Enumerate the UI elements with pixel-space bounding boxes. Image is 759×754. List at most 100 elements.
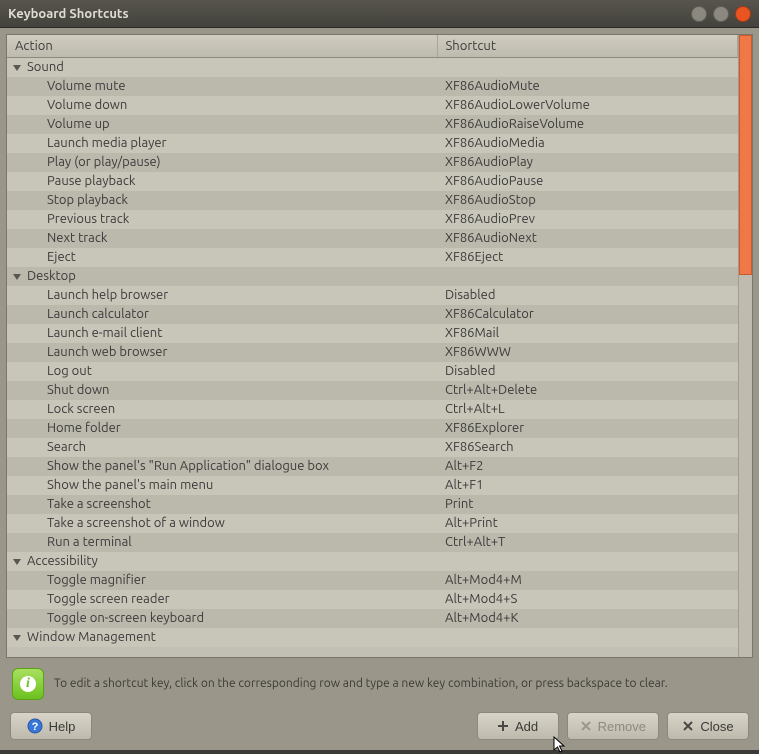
shortcuts-table-container: Action Shortcut SoundVolume muteXF86Audi…	[6, 34, 753, 658]
action-cell: Show the panel's main menu	[7, 476, 437, 495]
column-header-action[interactable]: Action	[7, 35, 437, 58]
shortcut-cell: Disabled	[437, 286, 738, 305]
action-cell: Log out	[7, 362, 437, 381]
shortcut-row[interactable]: Pause playbackXF86AudioPause	[7, 172, 738, 191]
window-content: Action Shortcut SoundVolume muteXF86Audi…	[0, 28, 759, 750]
hint-text: To edit a shortcut key, click on the cor…	[54, 676, 668, 692]
shortcut-row[interactable]: SearchXF86Search	[7, 438, 738, 457]
shortcut-row[interactable]: Toggle magnifierAlt+Mod4+M	[7, 571, 738, 590]
shortcut-cell: XF86AudioMedia	[437, 134, 738, 153]
close-button-label: Close	[700, 719, 733, 734]
help-button[interactable]: ? Help	[10, 712, 92, 740]
shortcut-cell: Ctrl+Alt+L	[437, 400, 738, 419]
action-cell: Lock screen	[7, 400, 437, 419]
chevron-down-icon[interactable]	[13, 274, 21, 280]
shortcut-row[interactable]: Previous trackXF86AudioPrev	[7, 210, 738, 229]
action-cell: Launch e-mail client	[7, 324, 437, 343]
remove-icon	[580, 720, 592, 732]
button-bar: ? Help Add Remove Close	[6, 710, 753, 744]
action-cell: Toggle screen reader	[7, 590, 437, 609]
shortcut-row[interactable]: Take a screenshotPrint	[7, 495, 738, 514]
shortcut-row[interactable]: Run a terminalCtrl+Alt+T	[7, 533, 738, 552]
shortcut-cell: XF86AudioPause	[437, 172, 738, 191]
shortcut-cell: Alt+Mod4+K	[437, 609, 738, 628]
vertical-scrollbar[interactable]	[738, 35, 752, 657]
shortcut-cell: Alt+Mod4+S	[437, 590, 738, 609]
chevron-down-icon[interactable]	[13, 635, 21, 641]
maximize-button[interactable]	[713, 6, 729, 22]
shortcut-cell: XF86Eject	[437, 248, 738, 267]
shortcut-row[interactable]: Show the panel's "Run Application" dialo…	[7, 457, 738, 476]
shortcut-cell: XF86Calculator	[437, 305, 738, 324]
shortcut-row[interactable]: Play (or play/pause)XF86AudioPlay	[7, 153, 738, 172]
window-close-button[interactable]	[735, 6, 751, 22]
shortcut-row[interactable]: EjectXF86Eject	[7, 248, 738, 267]
action-cell: Search	[7, 438, 437, 457]
shortcut-row[interactable]: Shut downCtrl+Alt+Delete	[7, 381, 738, 400]
shortcut-row[interactable]: Log outDisabled	[7, 362, 738, 381]
shortcut-row[interactable]: Home folderXF86Explorer	[7, 419, 738, 438]
action-cell: Toggle magnifier	[7, 571, 437, 590]
action-cell: Launch calculator	[7, 305, 437, 324]
shortcut-cell: XF86AudioPlay	[437, 153, 738, 172]
action-cell: Volume up	[7, 115, 437, 134]
action-cell: Run a terminal	[7, 533, 437, 552]
shortcut-cell: Alt+Print	[437, 514, 738, 533]
shortcut-cell: Print	[437, 495, 738, 514]
shortcut-row[interactable]: Take a screenshot of a windowAlt+Print	[7, 514, 738, 533]
minimize-button[interactable]	[691, 6, 707, 22]
close-icon	[682, 720, 694, 732]
action-cell: Eject	[7, 248, 437, 267]
shortcut-cell: Alt+Mod4+M	[437, 571, 738, 590]
action-cell: Toggle on-screen keyboard	[7, 609, 437, 628]
action-cell: Launch media player	[7, 134, 437, 153]
shortcut-row[interactable]: Toggle on-screen keyboardAlt+Mod4+K	[7, 609, 738, 628]
group-row[interactable]: Window Management	[7, 628, 738, 647]
action-cell: Shut down	[7, 381, 437, 400]
scrollbar-thumb[interactable]	[739, 35, 752, 275]
action-cell: Pause playback	[7, 172, 437, 191]
group-row[interactable]: Desktop	[7, 267, 738, 286]
shortcut-row[interactable]: Volume downXF86AudioLowerVolume	[7, 96, 738, 115]
chevron-down-icon[interactable]	[13, 65, 21, 71]
table-scroll: Action Shortcut SoundVolume muteXF86Audi…	[7, 35, 738, 657]
group-row[interactable]: Accessibility	[7, 552, 738, 571]
shortcut-row[interactable]: Launch media playerXF86AudioMedia	[7, 134, 738, 153]
action-cell: Stop playback	[7, 191, 437, 210]
group-row[interactable]: Sound	[7, 58, 738, 77]
help-icon: ?	[27, 718, 43, 734]
action-cell: Launch help browser	[7, 286, 437, 305]
shortcut-row[interactable]: Launch help browserDisabled	[7, 286, 738, 305]
action-cell: Previous track	[7, 210, 437, 229]
action-cell: Volume down	[7, 96, 437, 115]
titlebar[interactable]: Keyboard Shortcuts	[0, 0, 759, 28]
window-controls	[691, 6, 751, 22]
shortcut-row[interactable]: Stop playbackXF86AudioStop	[7, 191, 738, 210]
plus-icon	[497, 720, 509, 732]
action-cell: Launch web browser	[7, 343, 437, 362]
shortcut-cell: XF86AudioPrev	[437, 210, 738, 229]
shortcut-row[interactable]: Next trackXF86AudioNext	[7, 229, 738, 248]
column-header-shortcut[interactable]: Shortcut	[437, 35, 738, 58]
info-icon: i	[12, 668, 44, 700]
shortcut-cell: XF86WWW	[437, 343, 738, 362]
chevron-down-icon[interactable]	[13, 559, 21, 565]
shortcut-row[interactable]: Launch web browserXF86WWW	[7, 343, 738, 362]
shortcut-row[interactable]: Show the panel's main menuAlt+F1	[7, 476, 738, 495]
shortcut-row[interactable]: Launch e-mail clientXF86Mail	[7, 324, 738, 343]
add-button[interactable]: Add	[477, 712, 559, 740]
help-button-label: Help	[49, 719, 76, 734]
shortcut-row[interactable]: Launch calculatorXF86Calculator	[7, 305, 738, 324]
remove-button-label: Remove	[598, 719, 646, 734]
close-button[interactable]: Close	[667, 712, 749, 740]
shortcut-row[interactable]: Toggle screen readerAlt+Mod4+S	[7, 590, 738, 609]
action-cell: Take a screenshot	[7, 495, 437, 514]
shortcut-row[interactable]: Lock screenCtrl+Alt+L	[7, 400, 738, 419]
shortcuts-table: Action Shortcut SoundVolume muteXF86Audi…	[7, 35, 738, 647]
shortcut-cell: XF86AudioMute	[437, 77, 738, 96]
shortcut-row[interactable]: Volume upXF86AudioRaiseVolume	[7, 115, 738, 134]
action-cell: Play (or play/pause)	[7, 153, 437, 172]
shortcut-cell: XF86Explorer	[437, 419, 738, 438]
shortcut-cell: XF86Mail	[437, 324, 738, 343]
shortcut-row[interactable]: Volume muteXF86AudioMute	[7, 77, 738, 96]
